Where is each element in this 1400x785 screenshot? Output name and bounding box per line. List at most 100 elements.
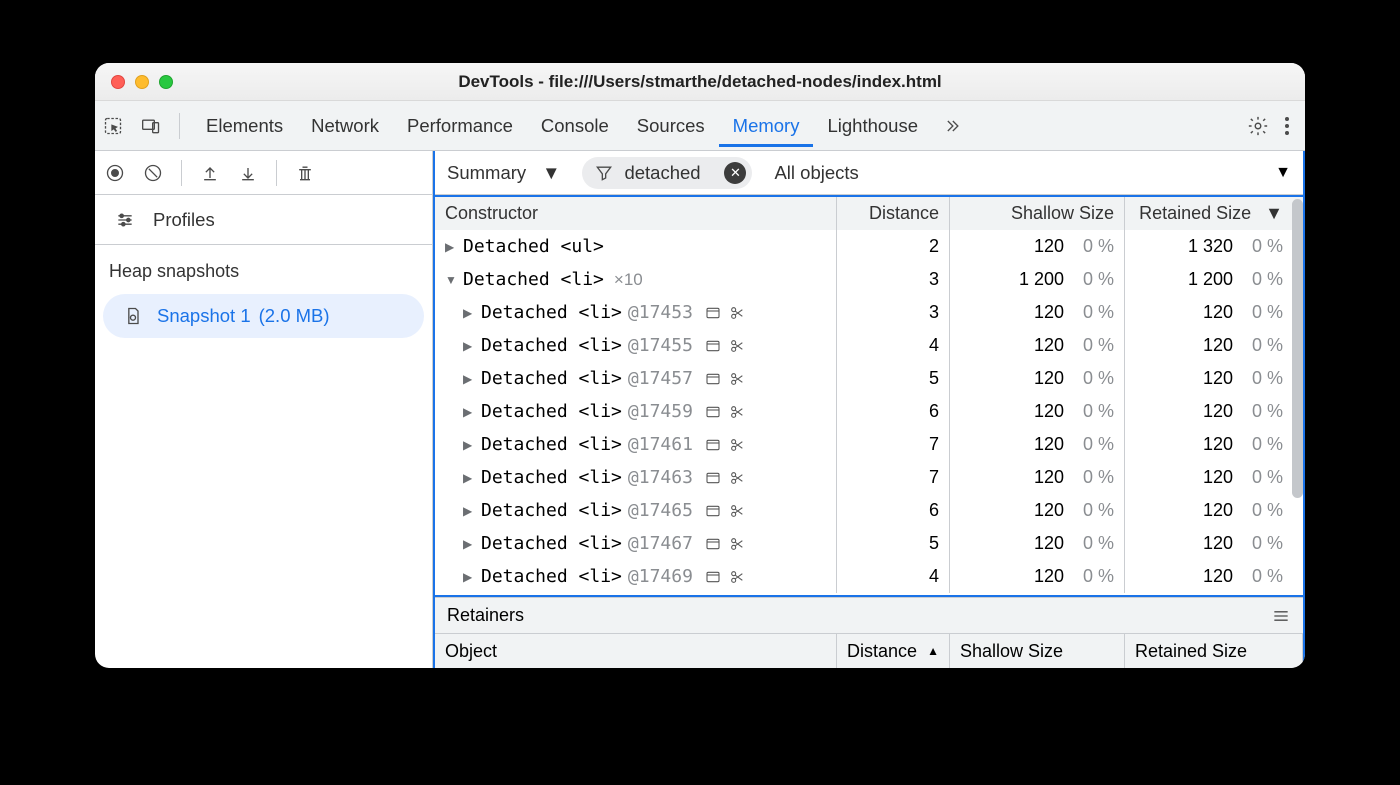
tab-console[interactable]: Console bbox=[527, 104, 623, 147]
reveal-icon[interactable] bbox=[705, 305, 721, 321]
tab-lighthouse[interactable]: Lighthouse bbox=[813, 104, 932, 147]
detach-icon[interactable] bbox=[729, 305, 745, 321]
tab-memory[interactable]: Memory bbox=[719, 104, 814, 147]
window-title: DevTools - file:///Users/stmarthe/detach… bbox=[95, 72, 1305, 92]
distance-cell: 3 bbox=[837, 296, 950, 329]
constructor-label: Detached <li> bbox=[481, 434, 622, 455]
disclosure-icon[interactable]: ▶ bbox=[463, 339, 473, 353]
scope-select[interactable]: All objects bbox=[774, 162, 858, 184]
detach-icon[interactable] bbox=[729, 470, 745, 486]
detach-icon[interactable] bbox=[729, 338, 745, 354]
view-select[interactable]: Summary ▼ bbox=[447, 162, 560, 184]
clear-filter-icon[interactable]: ✕ bbox=[724, 162, 746, 184]
col-constructor[interactable]: Constructor bbox=[435, 197, 837, 230]
disclosure-icon[interactable]: ▶ bbox=[463, 405, 473, 419]
scrollbar[interactable] bbox=[1292, 199, 1303, 593]
scroll-thumb[interactable] bbox=[1292, 199, 1303, 498]
table-row[interactable]: ▶Detached <li>@1745331200 %1200 % bbox=[435, 296, 1303, 329]
table-header: Constructor Distance Shallow Size Retain… bbox=[435, 197, 1303, 230]
shallow-cell: 1200 % bbox=[950, 494, 1125, 527]
tab-network[interactable]: Network bbox=[297, 104, 393, 147]
object-id: @17453 bbox=[628, 302, 693, 323]
table-row[interactable]: ▶Detached <li>@1746171200 %1200 % bbox=[435, 428, 1303, 461]
clear-icon[interactable] bbox=[143, 163, 163, 183]
disclosure-icon[interactable]: ▶ bbox=[463, 438, 473, 452]
col-shallow-ret[interactable]: Shallow Size bbox=[950, 634, 1125, 668]
zoom-window-button[interactable] bbox=[159, 75, 173, 89]
reveal-icon[interactable] bbox=[705, 503, 721, 519]
close-window-button[interactable] bbox=[111, 75, 125, 89]
constructors-table: Constructor Distance Shallow Size Retain… bbox=[435, 195, 1303, 597]
record-icon[interactable] bbox=[105, 163, 125, 183]
disclosure-icon[interactable]: ▶ bbox=[463, 504, 473, 518]
object-id: @17469 bbox=[628, 566, 693, 587]
reveal-icon[interactable] bbox=[705, 569, 721, 585]
table-row[interactable]: ▶Detached <li>@1746561200 %1200 % bbox=[435, 494, 1303, 527]
load-profile-icon[interactable] bbox=[200, 163, 220, 183]
disclosure-icon[interactable]: ▶ bbox=[463, 537, 473, 551]
disclosure-icon[interactable]: ▶ bbox=[463, 570, 473, 584]
reveal-icon[interactable] bbox=[705, 470, 721, 486]
col-object[interactable]: Object bbox=[435, 634, 837, 668]
devtools-window: DevTools - file:///Users/stmarthe/detach… bbox=[95, 63, 1305, 668]
table-row[interactable]: ▶Detached <li>@1745751200 %1200 % bbox=[435, 362, 1303, 395]
inspect-element-icon[interactable] bbox=[103, 116, 123, 136]
col-shallow-size[interactable]: Shallow Size bbox=[950, 197, 1125, 230]
detach-icon[interactable] bbox=[729, 437, 745, 453]
minimize-window-button[interactable] bbox=[135, 75, 149, 89]
detach-icon[interactable] bbox=[729, 503, 745, 519]
col-retained-ret[interactable]: Retained Size bbox=[1125, 634, 1303, 668]
detach-icon[interactable] bbox=[729, 569, 745, 585]
reveal-icon[interactable] bbox=[705, 338, 721, 354]
filter-icon bbox=[594, 163, 614, 183]
profiles-heading: Profiles bbox=[95, 195, 432, 245]
shallow-cell: 1 2000 % bbox=[950, 263, 1125, 296]
tab-sources[interactable]: Sources bbox=[623, 104, 719, 147]
object-id: @17461 bbox=[628, 434, 693, 455]
collect-garbage-icon[interactable] bbox=[295, 163, 315, 183]
detach-icon[interactable] bbox=[729, 404, 745, 420]
col-retained-size[interactable]: Retained Size▼ bbox=[1125, 197, 1303, 230]
constructor-label: Detached <li> bbox=[481, 401, 622, 422]
col-distance[interactable]: Distance bbox=[837, 197, 950, 230]
disclosure-icon[interactable]: ▶ bbox=[463, 372, 473, 386]
table-row[interactable]: ▶Detached <li>@1746751200 %1200 % bbox=[435, 527, 1303, 560]
disclosure-icon[interactable]: ▶ bbox=[463, 306, 473, 320]
tab-elements[interactable]: Elements bbox=[192, 104, 297, 147]
device-toolbar-icon[interactable] bbox=[141, 116, 161, 136]
tab-performance[interactable]: Performance bbox=[393, 104, 527, 147]
table-row[interactable]: ▶Detached <li>@1745541200 %1200 % bbox=[435, 329, 1303, 362]
save-profile-icon[interactable] bbox=[238, 163, 258, 183]
reveal-icon[interactable] bbox=[705, 437, 721, 453]
table-row[interactable]: ▶Detached <li>@1745961200 %1200 % bbox=[435, 395, 1303, 428]
disclosure-icon[interactable]: ▼ bbox=[445, 273, 455, 287]
reveal-icon[interactable] bbox=[705, 371, 721, 387]
retainers-menu-icon[interactable] bbox=[1271, 606, 1291, 626]
filter-input[interactable]: detached ✕ bbox=[582, 157, 752, 189]
table-row[interactable]: ▼Detached <li>×1031 2000 %1 2000 % bbox=[435, 263, 1303, 296]
col-distance-ret[interactable]: Distance▲ bbox=[837, 634, 950, 668]
disclosure-icon[interactable]: ▶ bbox=[445, 240, 455, 254]
object-id: @17467 bbox=[628, 533, 693, 554]
kebab-menu-icon[interactable] bbox=[1285, 117, 1289, 135]
distance-cell: 7 bbox=[837, 461, 950, 494]
table-row[interactable]: ▶Detached <ul>21200 %1 3200 % bbox=[435, 230, 1303, 263]
detach-icon[interactable] bbox=[729, 536, 745, 552]
more-tabs-icon[interactable] bbox=[942, 116, 962, 136]
retainers-pane: Retainers Object Distance▲ Shallow Size … bbox=[435, 597, 1303, 668]
shallow-cell: 1200 % bbox=[950, 461, 1125, 494]
disclosure-icon[interactable]: ▶ bbox=[463, 471, 473, 485]
snapshot-file-icon bbox=[123, 306, 143, 326]
table-row[interactable]: ▶Detached <li>@1746371200 %1200 % bbox=[435, 461, 1303, 494]
snapshot-item[interactable]: Snapshot 1 (2.0 MB) bbox=[103, 294, 424, 338]
reveal-icon[interactable] bbox=[705, 536, 721, 552]
scope-caret-icon[interactable]: ▼ bbox=[1275, 164, 1291, 182]
table-row[interactable]: ▶Detached <li>@1746941200 %1200 % bbox=[435, 560, 1303, 593]
settings-gear-icon[interactable] bbox=[1247, 115, 1269, 137]
scope-select-label: All objects bbox=[774, 162, 858, 184]
reveal-icon[interactable] bbox=[705, 404, 721, 420]
distance-cell: 2 bbox=[837, 230, 950, 263]
detach-icon[interactable] bbox=[729, 371, 745, 387]
sliders-icon[interactable] bbox=[115, 210, 135, 230]
snapshot-label: Snapshot 1 bbox=[157, 305, 251, 327]
